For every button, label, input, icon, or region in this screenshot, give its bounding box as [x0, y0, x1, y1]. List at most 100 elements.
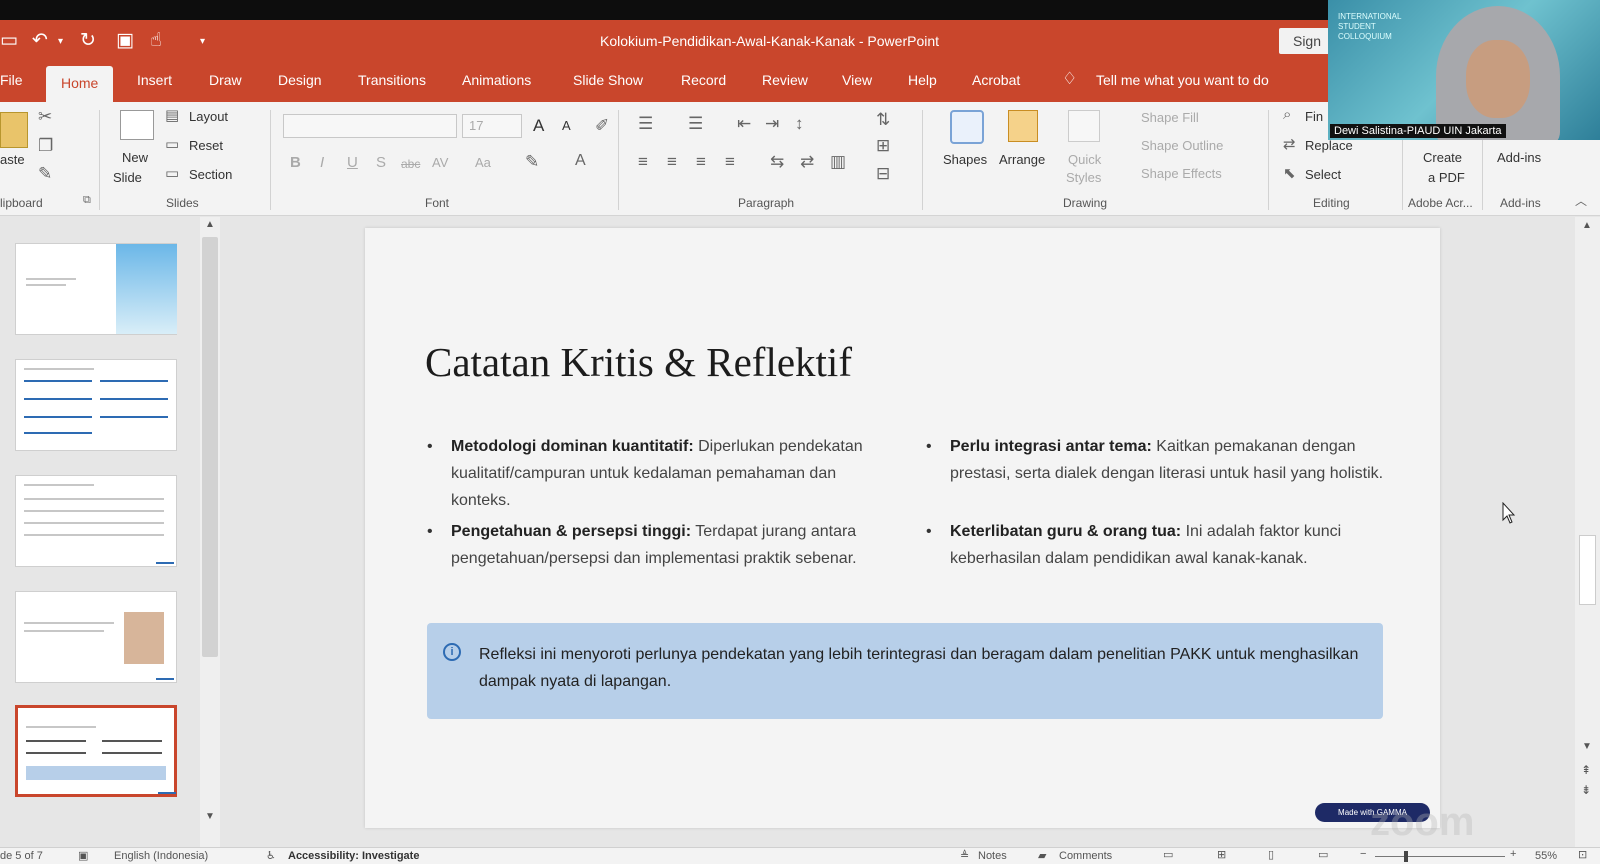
bullets-icon[interactable]: ☰ — [638, 114, 653, 134]
select-button[interactable]: Select — [1305, 167, 1341, 182]
quick-styles-icon[interactable] — [1068, 110, 1100, 142]
slideshow-view-icon[interactable]: ▭ — [1318, 848, 1328, 861]
section-icon[interactable]: ▭ — [165, 164, 179, 182]
bold-button[interactable]: B — [290, 154, 301, 171]
next-slide-icon[interactable]: ⇟ — [1581, 783, 1591, 797]
save-icon[interactable]: ▭ — [0, 29, 18, 52]
underline-button[interactable]: U — [347, 154, 358, 171]
arrange-button[interactable]: Arrange — [999, 152, 1045, 167]
align-text-icon[interactable]: ⊞ — [876, 136, 890, 156]
justify-icon[interactable]: ≡ — [725, 152, 735, 172]
new-slide-label-2[interactable]: Slide — [113, 170, 142, 185]
notes-icon[interactable]: ≜ — [960, 849, 969, 862]
zoom-slider[interactable] — [1375, 856, 1505, 857]
tab-home[interactable]: Home — [46, 66, 114, 102]
zoom-out-icon[interactable]: − — [1360, 848, 1366, 860]
font-family-combo[interactable] — [283, 114, 457, 138]
shapes-button[interactable]: Shapes — [943, 152, 987, 167]
tab-transitions[interactable]: Transitions — [358, 72, 426, 88]
scroll-thumb[interactable] — [202, 237, 218, 657]
paste-label[interactable]: aste — [0, 152, 25, 167]
reading-view-icon[interactable]: ▯ — [1268, 848, 1274, 861]
select-icon[interactable]: ⬉ — [1283, 164, 1296, 182]
comments-button[interactable]: Comments — [1059, 850, 1112, 862]
slide-thumbnail-3[interactable] — [15, 475, 177, 567]
slide-thumbnail-5-selected[interactable] — [15, 705, 177, 797]
zoom-level[interactable]: 55% — [1535, 850, 1557, 862]
layout-icon[interactable]: ▤ — [165, 106, 179, 124]
rtl-icon[interactable]: ⇄ — [800, 152, 814, 172]
accessibility-status[interactable]: Accessibility: Investigate — [288, 850, 419, 862]
undo-icon[interactable]: ↶ — [32, 29, 48, 52]
clipboard-launcher-icon[interactable]: ⧉ — [83, 194, 91, 207]
reset-icon[interactable]: ▭ — [165, 135, 179, 153]
undo-dropdown-icon[interactable]: ▾ — [58, 36, 63, 47]
replace-button[interactable]: Replace — [1305, 138, 1353, 153]
align-center-icon[interactable]: ≡ — [667, 152, 677, 172]
find-icon[interactable]: ⌕ — [1283, 106, 1291, 123]
redo-icon[interactable]: ↻ — [80, 29, 96, 52]
line-spacing-icon[interactable]: ↕ — [795, 114, 804, 134]
layout-button[interactable]: Layout — [189, 109, 228, 124]
scroll-up-icon[interactable]: ▲ — [205, 219, 215, 230]
text-direction-vertical-icon[interactable]: ⇅ — [876, 110, 890, 130]
font-color-icon[interactable]: A — [575, 152, 586, 170]
language-status[interactable]: English (Indonesia) — [114, 850, 208, 862]
text-direction-icon[interactable]: ⇆ — [770, 152, 784, 172]
reset-button[interactable]: Reset — [189, 138, 223, 153]
reflection-callout[interactable]: i Refleksi ini menyoroti perlunya pendek… — [427, 623, 1383, 719]
scroll-down-icon[interactable]: ▼ — [1582, 741, 1592, 752]
strikethrough-button[interactable]: abc — [401, 157, 420, 171]
shape-effects-button[interactable]: Shape Effects — [1141, 166, 1222, 181]
fit-slide-icon[interactable]: ⊡ — [1578, 848, 1587, 861]
slide-scrollbar[interactable]: ▲ ▼ ⇞ ⇟ — [1575, 217, 1600, 847]
columns-icon[interactable]: ▥ — [830, 152, 846, 172]
collapse-ribbon-icon[interactable]: ︿ — [1575, 192, 1587, 209]
paste-icon[interactable] — [0, 112, 28, 148]
shape-outline-button[interactable]: Shape Outline — [1141, 138, 1223, 153]
right-bullet-2[interactable]: • Keterlibatan guru & orang tua: Ini adal… — [926, 518, 1390, 572]
customize-qat-icon[interactable]: ▾ — [200, 36, 205, 47]
new-slide-label[interactable]: New — [122, 150, 148, 165]
shadow-button[interactable]: S — [376, 154, 386, 171]
highlight-icon[interactable]: ✎ — [525, 152, 539, 172]
slide-title[interactable]: Catatan Kritis & Reflektif — [425, 338, 852, 386]
tab-help[interactable]: Help — [908, 72, 937, 88]
clear-formatting-icon[interactable]: ✐ — [595, 116, 609, 136]
zoom-slider-thumb[interactable] — [1404, 851, 1408, 862]
accessibility-icon[interactable]: ♿ — [266, 849, 276, 862]
section-button[interactable]: Section — [189, 167, 232, 182]
notes-button[interactable]: Notes — [978, 850, 1007, 862]
character-spacing-button[interactable]: AV — [432, 155, 448, 170]
thumbnails-scrollbar[interactable]: ▲ ▼ — [200, 217, 220, 847]
align-left-icon[interactable]: ≡ — [638, 152, 648, 172]
slide-sorter-icon[interactable]: ⊞ — [1217, 848, 1226, 861]
slide-thumbnail-1[interactable] — [15, 243, 177, 335]
shape-fill-button[interactable]: Shape Fill — [1141, 110, 1199, 125]
smartart-icon[interactable]: ⊟ — [876, 164, 890, 184]
new-slide-icon[interactable] — [120, 110, 154, 140]
tab-design[interactable]: Design — [278, 72, 322, 88]
tab-file[interactable]: File — [0, 72, 23, 88]
present-icon[interactable]: ▣ — [116, 29, 134, 52]
decrease-indent-icon[interactable]: ⇤ — [737, 114, 751, 134]
numbering-icon[interactable]: ☰ — [688, 114, 703, 134]
slide-thumbnail-2[interactable] — [15, 359, 177, 451]
quick-styles-label-2[interactable]: Styles — [1066, 170, 1101, 185]
tab-view[interactable]: View — [842, 72, 872, 88]
right-bullet-1[interactable]: • Perlu integrasi antar tema: Kaitkan pem… — [926, 433, 1390, 487]
tab-animations[interactable]: Animations — [462, 72, 531, 88]
normal-view-icon[interactable]: ▭ — [1163, 848, 1173, 861]
find-button[interactable]: Fin — [1305, 109, 1323, 124]
tab-draw[interactable]: Draw — [209, 72, 242, 88]
sign-in-button[interactable]: Sign — [1279, 28, 1335, 54]
previous-slide-icon[interactable]: ⇞ — [1581, 763, 1591, 777]
scroll-up-icon[interactable]: ▲ — [1582, 220, 1592, 231]
align-right-icon[interactable]: ≡ — [696, 152, 706, 172]
cut-icon[interactable]: ✂ — [38, 107, 52, 127]
slide-thumbnail-4[interactable] — [15, 591, 177, 683]
copy-icon[interactable]: ❐ — [38, 136, 53, 156]
quick-styles-label[interactable]: Quick — [1068, 152, 1101, 167]
comments-icon[interactable]: ▰ — [1038, 849, 1046, 862]
tab-insert[interactable]: Insert — [137, 72, 172, 88]
